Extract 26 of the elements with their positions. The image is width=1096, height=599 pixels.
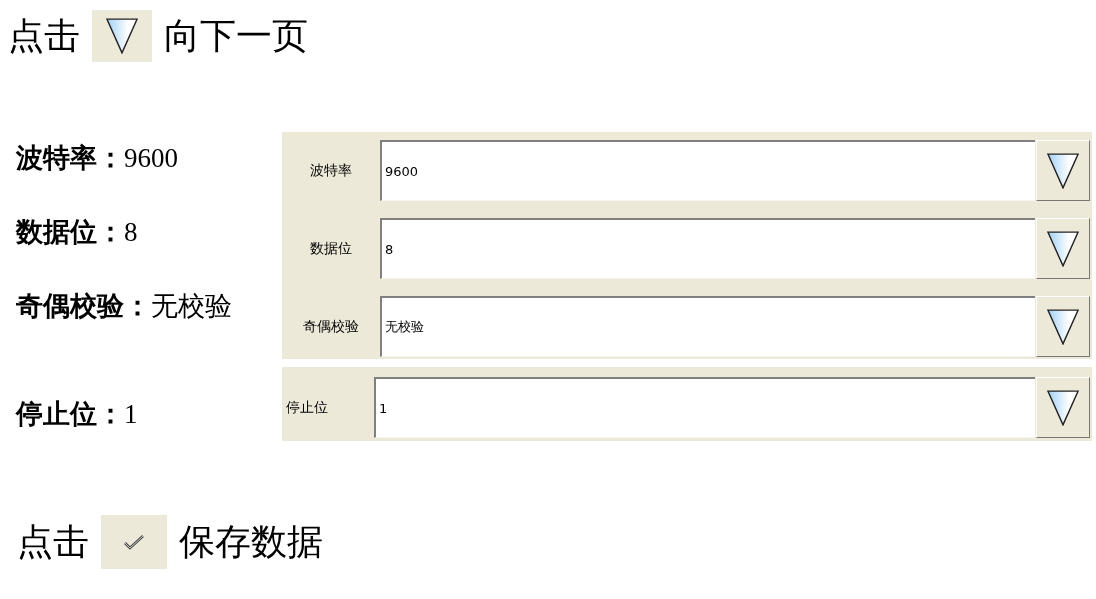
instruction-text: 点击 bbox=[8, 14, 80, 58]
setting-text: 奇偶校验：无校验 bbox=[16, 290, 233, 323]
instruction-text: 点击 bbox=[17, 520, 89, 564]
field-label: 数据位 bbox=[309, 238, 353, 258]
field-label: 奇偶校验 bbox=[302, 316, 360, 336]
instruction-text: 保存数据 bbox=[179, 520, 323, 564]
down-triangle-icon bbox=[1047, 152, 1079, 189]
value-field[interactable]: 1 bbox=[374, 377, 1035, 438]
dropdown-button[interactable] bbox=[1036, 140, 1090, 201]
field-label: 停止位 bbox=[285, 397, 329, 417]
instruction-text: 向下一页 bbox=[164, 14, 308, 58]
field-label: 波特率 bbox=[309, 160, 353, 180]
checkmark-icon bbox=[123, 533, 145, 551]
down-triangle-icon bbox=[106, 18, 138, 54]
value-field[interactable]: 8 bbox=[380, 218, 1035, 279]
setting-text: 数据位：8 bbox=[16, 216, 139, 249]
dropdown-button[interactable] bbox=[1036, 377, 1090, 438]
dropdown-button[interactable] bbox=[1036, 218, 1090, 279]
dropdown-button[interactable] bbox=[1036, 296, 1090, 357]
setting-text: 波特率：9600 bbox=[16, 142, 179, 175]
down-triangle-icon bbox=[1047, 230, 1079, 267]
setting-text: 停止位：1 bbox=[16, 398, 139, 431]
value-field[interactable]: 无校验 bbox=[380, 296, 1035, 357]
down-triangle-icon bbox=[1047, 308, 1079, 345]
down-triangle-icon bbox=[1047, 389, 1079, 426]
value-field[interactable]: 9600 bbox=[380, 140, 1035, 201]
